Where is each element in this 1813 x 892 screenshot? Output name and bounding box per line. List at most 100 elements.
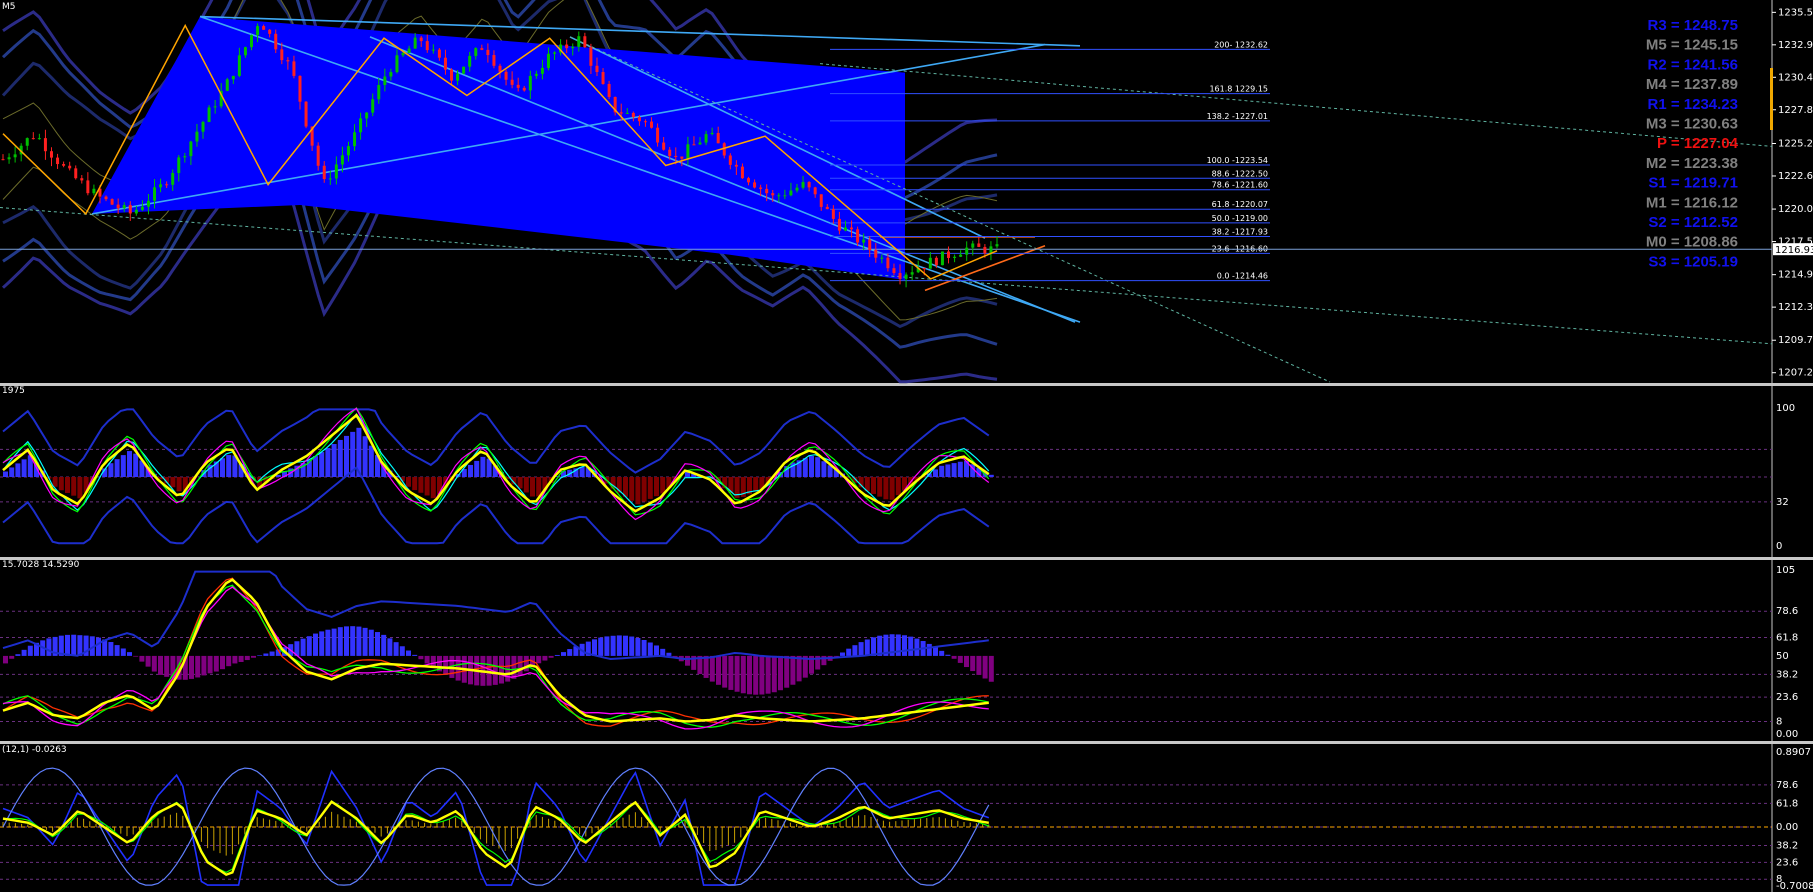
histogram-bar — [957, 461, 963, 477]
histogram-bar — [65, 477, 70, 493]
histogram-bar — [170, 477, 176, 488]
histogram-bar — [306, 636, 312, 656]
pivot-label: R1 = 1234.23 — [1648, 96, 1739, 113]
histogram-bar — [610, 635, 616, 656]
histogram-bar — [96, 637, 101, 656]
candle-body — [904, 274, 908, 279]
fib-level-label: 78.6 -1221.60 — [1212, 181, 1268, 190]
pane-separator — [0, 741, 1813, 744]
histogram-bar — [939, 465, 945, 477]
price-tick-label: 1207.23 — [1778, 368, 1813, 379]
histogram-bar — [703, 655, 709, 678]
histogram-bar — [3, 655, 8, 664]
histogram-bar — [957, 655, 963, 663]
histogram-bar — [325, 629, 331, 656]
histogram-bar — [133, 655, 139, 657]
pane-tick-label: 38.2 — [1776, 669, 1798, 680]
candle-body — [565, 44, 569, 49]
candle-body — [765, 188, 769, 194]
candle-body — [425, 41, 429, 51]
candle-body — [971, 243, 975, 248]
candle-body — [62, 164, 66, 166]
histogram-bar — [554, 654, 560, 656]
histogram-bar — [263, 653, 269, 656]
pane-tick-label: 0.00 — [1776, 729, 1798, 740]
histogram-bar — [982, 655, 988, 679]
histogram-bar — [108, 463, 114, 477]
histogram-bar — [902, 635, 907, 656]
candle-body — [777, 195, 781, 197]
pane-tick-label: 38.2 — [1776, 841, 1798, 852]
candle-body — [443, 57, 447, 70]
candle-body — [304, 101, 308, 127]
histogram-bar — [9, 467, 15, 477]
pivot-label: M2 = 1223.38 — [1646, 155, 1738, 172]
candle-body — [813, 187, 817, 195]
histogram-bar — [474, 460, 480, 477]
histogram-bar — [412, 654, 418, 656]
candle-body — [601, 72, 605, 84]
candle-body — [346, 146, 350, 156]
candle-body — [983, 246, 987, 254]
candle-body — [165, 184, 169, 186]
candle-body — [977, 243, 981, 247]
histogram-bar — [945, 464, 951, 477]
candle-body — [650, 121, 654, 128]
histogram-bar — [120, 648, 126, 656]
pivot-label: M0 = 1208.86 — [1646, 234, 1738, 251]
candle-body — [516, 84, 520, 88]
histogram-bar — [337, 439, 343, 477]
candle-body — [868, 239, 872, 251]
histogram-bar — [77, 477, 83, 499]
candle-body — [674, 155, 678, 157]
histogram-bar — [722, 655, 728, 688]
candle-body — [856, 229, 860, 243]
histogram-bar — [424, 477, 430, 496]
histogram-bar — [356, 626, 362, 656]
candle-body — [116, 204, 120, 209]
histogram-bar — [269, 651, 275, 656]
trading-chart[interactable]: 200- 1232.62 161.8 1229.15 138.2 -1227.01 1… — [0, 0, 1813, 892]
candle-body — [607, 83, 611, 97]
histogram-bar — [660, 648, 666, 656]
candle-body — [153, 187, 157, 201]
histogram-bar — [666, 652, 672, 656]
candle-body — [13, 154, 17, 158]
histogram-bar — [548, 655, 554, 658]
histogram-bar — [145, 655, 151, 667]
candle-body — [104, 196, 108, 200]
histogram-bar — [244, 655, 250, 661]
histogram-bar — [368, 629, 374, 656]
histogram-bar — [759, 655, 765, 695]
fib-level-label: 161.8 1229.15 — [1209, 85, 1268, 94]
candle-body — [231, 75, 235, 80]
candle-body — [225, 79, 229, 91]
candle-body — [492, 55, 496, 66]
price-tick-label: 1222.68 — [1778, 171, 1813, 182]
candle-body — [589, 47, 593, 66]
candle-body — [353, 132, 357, 147]
pane-separator — [0, 557, 1813, 560]
histogram-bar — [15, 654, 21, 656]
candle-body — [486, 49, 490, 56]
pane-separator — [0, 383, 1813, 386]
candle-body — [686, 144, 690, 159]
histogram-bar — [530, 477, 535, 497]
pane-tick-label: -0.7008 — [1776, 881, 1813, 892]
histogram-bar — [629, 636, 635, 656]
candle-body — [759, 187, 763, 189]
histogram-bar — [784, 655, 790, 688]
candle-body — [631, 112, 635, 118]
histogram-bar — [889, 477, 895, 500]
candle-body — [965, 247, 969, 255]
price-tick-label: 1232.98 — [1778, 40, 1813, 51]
histogram-bar — [399, 646, 405, 656]
pane-tick-label: 50 — [1776, 651, 1789, 662]
candle-body — [789, 190, 793, 196]
candle-body — [280, 49, 284, 61]
histogram-bar — [238, 655, 244, 662]
histogram-bar — [561, 652, 566, 656]
candle-body — [571, 46, 575, 49]
candle-body — [207, 107, 211, 122]
pane-tick-label: 105 — [1776, 565, 1795, 576]
